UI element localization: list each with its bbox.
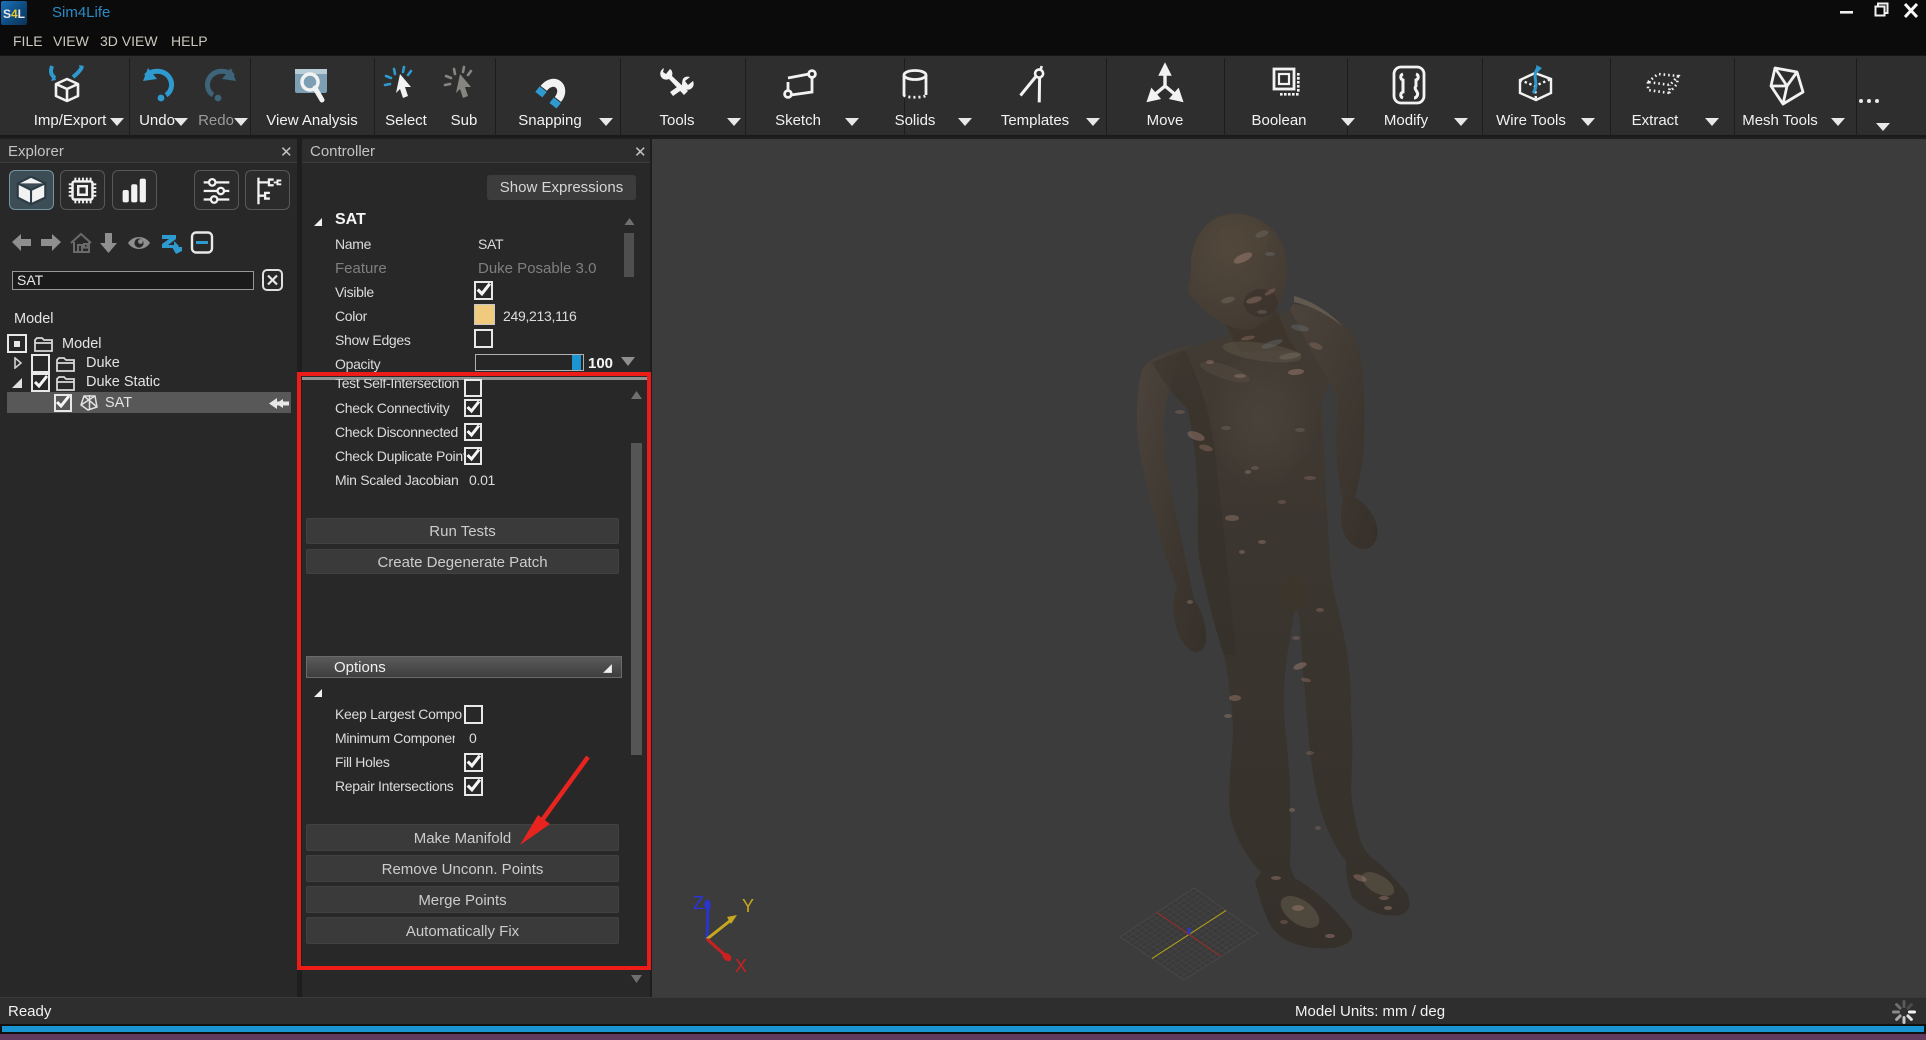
svg-text:Z: Z bbox=[693, 893, 704, 913]
svg-text:X: X bbox=[735, 956, 747, 976]
svg-text:Y: Y bbox=[742, 896, 754, 916]
